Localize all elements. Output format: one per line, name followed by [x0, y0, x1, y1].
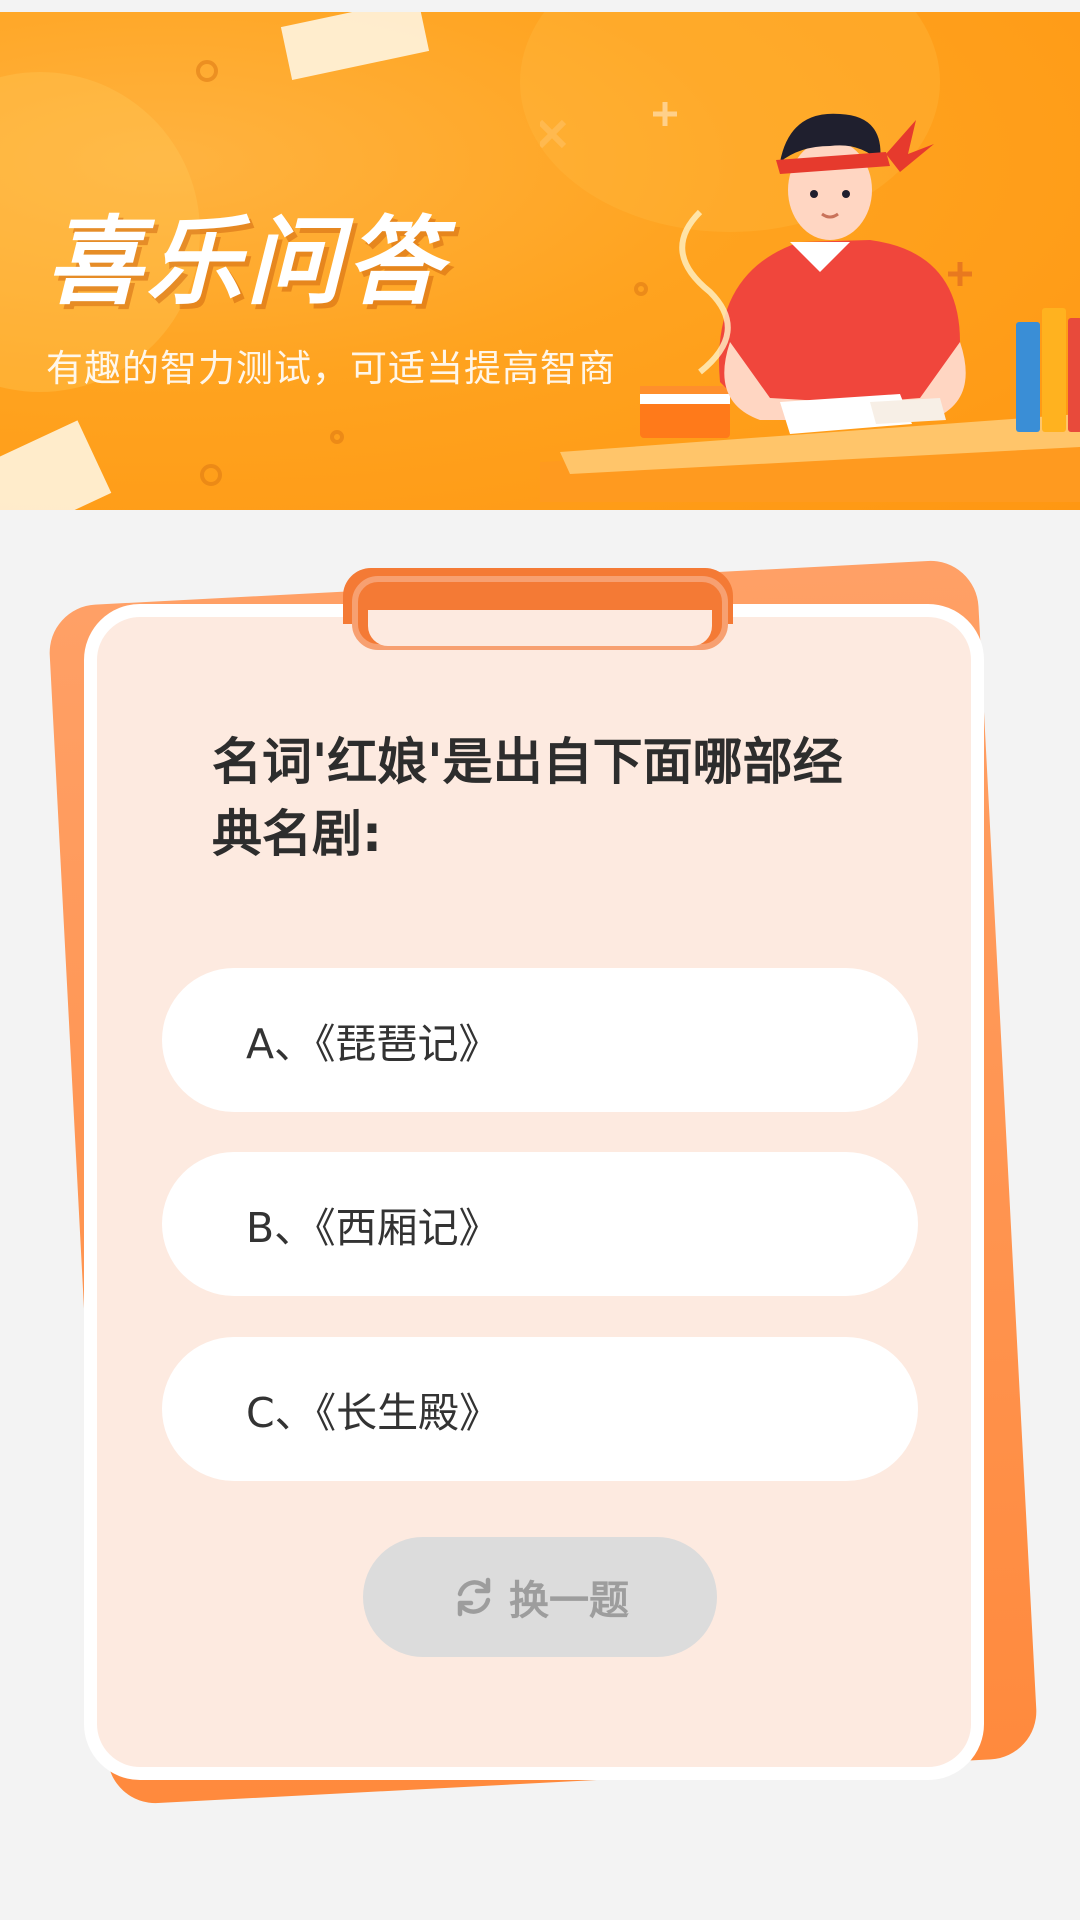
option-c-button[interactable]: C、《长生殿》	[162, 1337, 918, 1481]
option-c-label: C、《长生殿》	[246, 1389, 501, 1437]
option-b-button[interactable]: B、《西厢记》	[162, 1152, 918, 1296]
circle-decor	[330, 430, 344, 444]
clipboard-clip-inner	[368, 610, 712, 646]
circle-decor	[200, 464, 222, 486]
change-question-button[interactable]: 换一题	[363, 1537, 717, 1657]
flying-paper-decor	[280, 12, 430, 80]
refresh-icon	[457, 1577, 491, 1617]
change-question-label: 换一题	[509, 1578, 629, 1624]
flying-paper-decor	[0, 420, 112, 510]
banner-title: 喜乐问答	[46, 206, 446, 318]
circle-decor	[196, 60, 218, 82]
option-a-label: A、《琵琶记》	[246, 1020, 500, 1068]
banner-subtitle: 有趣的智力测试，可适当提高智商	[46, 348, 616, 389]
banner: 喜乐问答 有趣的智力测试，可适当提高智商	[0, 12, 1080, 510]
student-studying-illustration	[540, 102, 1080, 502]
option-b-label: B、《西厢记》	[246, 1204, 500, 1252]
question-text: 名词'红娘'是出自下面哪部经典名剧:	[212, 733, 843, 863]
top-strip	[0, 0, 1080, 12]
option-a-button[interactable]: A、《琵琶记》	[162, 968, 918, 1112]
